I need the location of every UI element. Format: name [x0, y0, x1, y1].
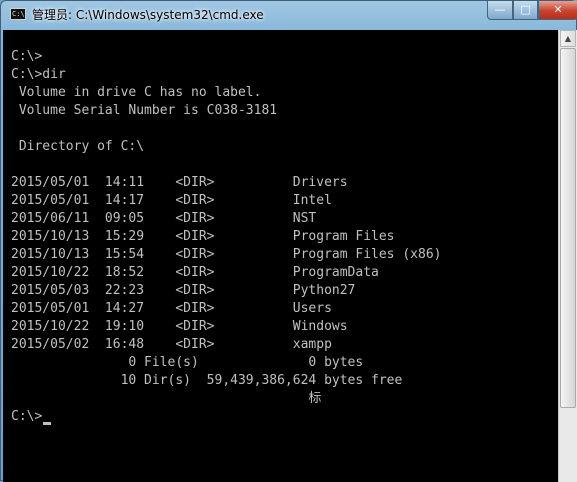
cmd-window: C:\ 管理员: C:\Windows\system32\cmd.exe — □… [0, 0, 577, 482]
console-line: 10 Dir(s) 59,439,386,624 bytes free [11, 373, 403, 388]
console-line: 2015/06/11 09:05 <DIR> NST [11, 211, 317, 226]
console-line: C:\> [11, 49, 43, 64]
scrollbar-thumb[interactable] [560, 48, 576, 408]
maximize-button[interactable]: □ [513, 1, 538, 20]
console-line: Volume Serial Number is C038-3181 [11, 103, 278, 118]
console-line: 2015/10/22 19:10 <DIR> Windows [11, 319, 348, 334]
console-prompt[interactable]: C:\> [11, 408, 42, 426]
window-title: 管理员: C:\Windows\system32\cmd.exe [32, 8, 264, 22]
console-output[interactable]: C:\> C:\>dir Volume in drive C has no la… [3, 30, 558, 482]
scroll-up-arrow-icon[interactable]: ▲ [560, 30, 576, 47]
console-line: 2015/05/01 14:11 <DIR> Drivers [11, 175, 348, 190]
console-line: 2015/05/01 14:17 <DIR> Intel [11, 193, 332, 208]
console-line: 2015/05/03 22:23 <DIR> Python27 [11, 283, 356, 298]
console-line: C:\>dir [11, 67, 66, 82]
close-button[interactable]: ✕ [538, 1, 577, 20]
console-line: 标 [11, 391, 322, 406]
minimize-button[interactable]: — [487, 1, 513, 20]
vertical-scrollbar[interactable]: ▲ [558, 30, 577, 482]
console-line: Directory of C:\ [11, 139, 145, 154]
cmd-app-icon[interactable]: C:\ [10, 8, 26, 20]
console-line: 2015/05/01 14:27 <DIR> Users [11, 301, 332, 316]
console-line: 2015/10/13 15:54 <DIR> Program Files (x8… [11, 247, 442, 262]
text-cursor [43, 422, 51, 425]
console-line: 2015/10/22 18:52 <DIR> ProgramData [11, 265, 379, 280]
console-line: Volume in drive C has no label. [11, 85, 262, 100]
console-line: 0 File(s) 0 bytes [11, 355, 364, 370]
console-line: 2015/05/02 16:48 <DIR> xampp [11, 337, 332, 352]
console-line: 2015/10/13 15:29 <DIR> Program Files [11, 229, 395, 244]
